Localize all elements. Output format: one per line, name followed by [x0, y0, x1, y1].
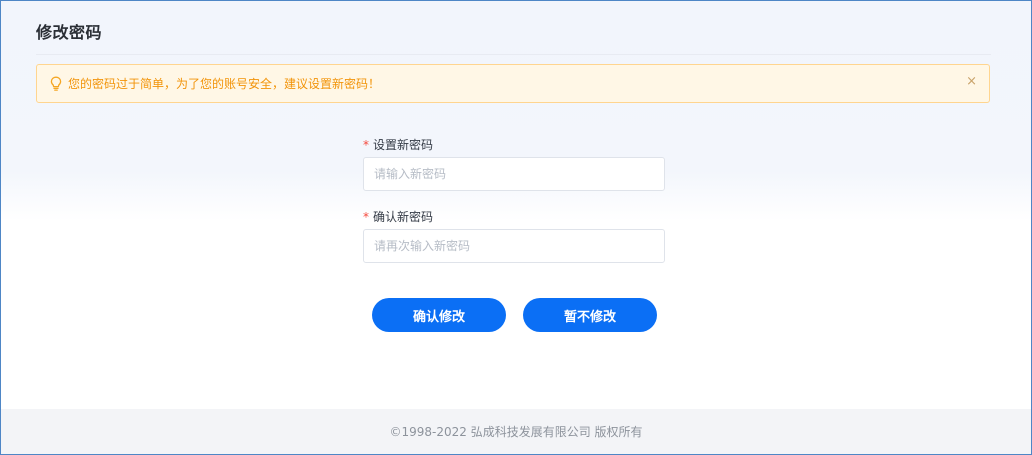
title-divider	[36, 54, 991, 55]
confirm-password-label: * 确认新密码	[363, 210, 665, 224]
required-mark: *	[363, 210, 369, 224]
alert-message: 您的密码过于简单，为了您的账号安全，建议设置新密码！	[68, 77, 381, 91]
lightbulb-icon	[49, 76, 63, 92]
skip-change-button[interactable]: 暂不修改	[523, 298, 657, 332]
confirm-change-button[interactable]: 确认修改	[372, 298, 506, 332]
required-mark: *	[363, 138, 369, 152]
new-password-field-group: * 设置新密码	[363, 138, 665, 191]
new-password-label-text: 设置新密码	[373, 138, 434, 152]
page-frame: 修改密码 您的密码过于简单，为了您的账号安全，建议设置新密码！ × * 设置新密码…	[0, 0, 1032, 455]
change-password-form: * 设置新密码 * 确认新密码	[363, 138, 665, 263]
confirm-password-label-text: 确认新密码	[373, 210, 434, 224]
password-warning-alert: 您的密码过于简单，为了您的账号安全，建议设置新密码！ ×	[36, 64, 990, 103]
confirm-password-field-group: * 确认新密码	[363, 210, 665, 263]
page-title: 修改密码	[36, 23, 103, 42]
footer: ©1998-2022 弘成科技发展有限公司 版权所有	[1, 409, 1031, 454]
copyright-text: ©1998-2022 弘成科技发展有限公司 版权所有	[389, 425, 643, 439]
new-password-label: * 设置新密码	[363, 138, 665, 152]
confirm-password-input[interactable]	[363, 229, 665, 263]
close-icon[interactable]: ×	[966, 74, 977, 89]
new-password-input[interactable]	[363, 157, 665, 191]
